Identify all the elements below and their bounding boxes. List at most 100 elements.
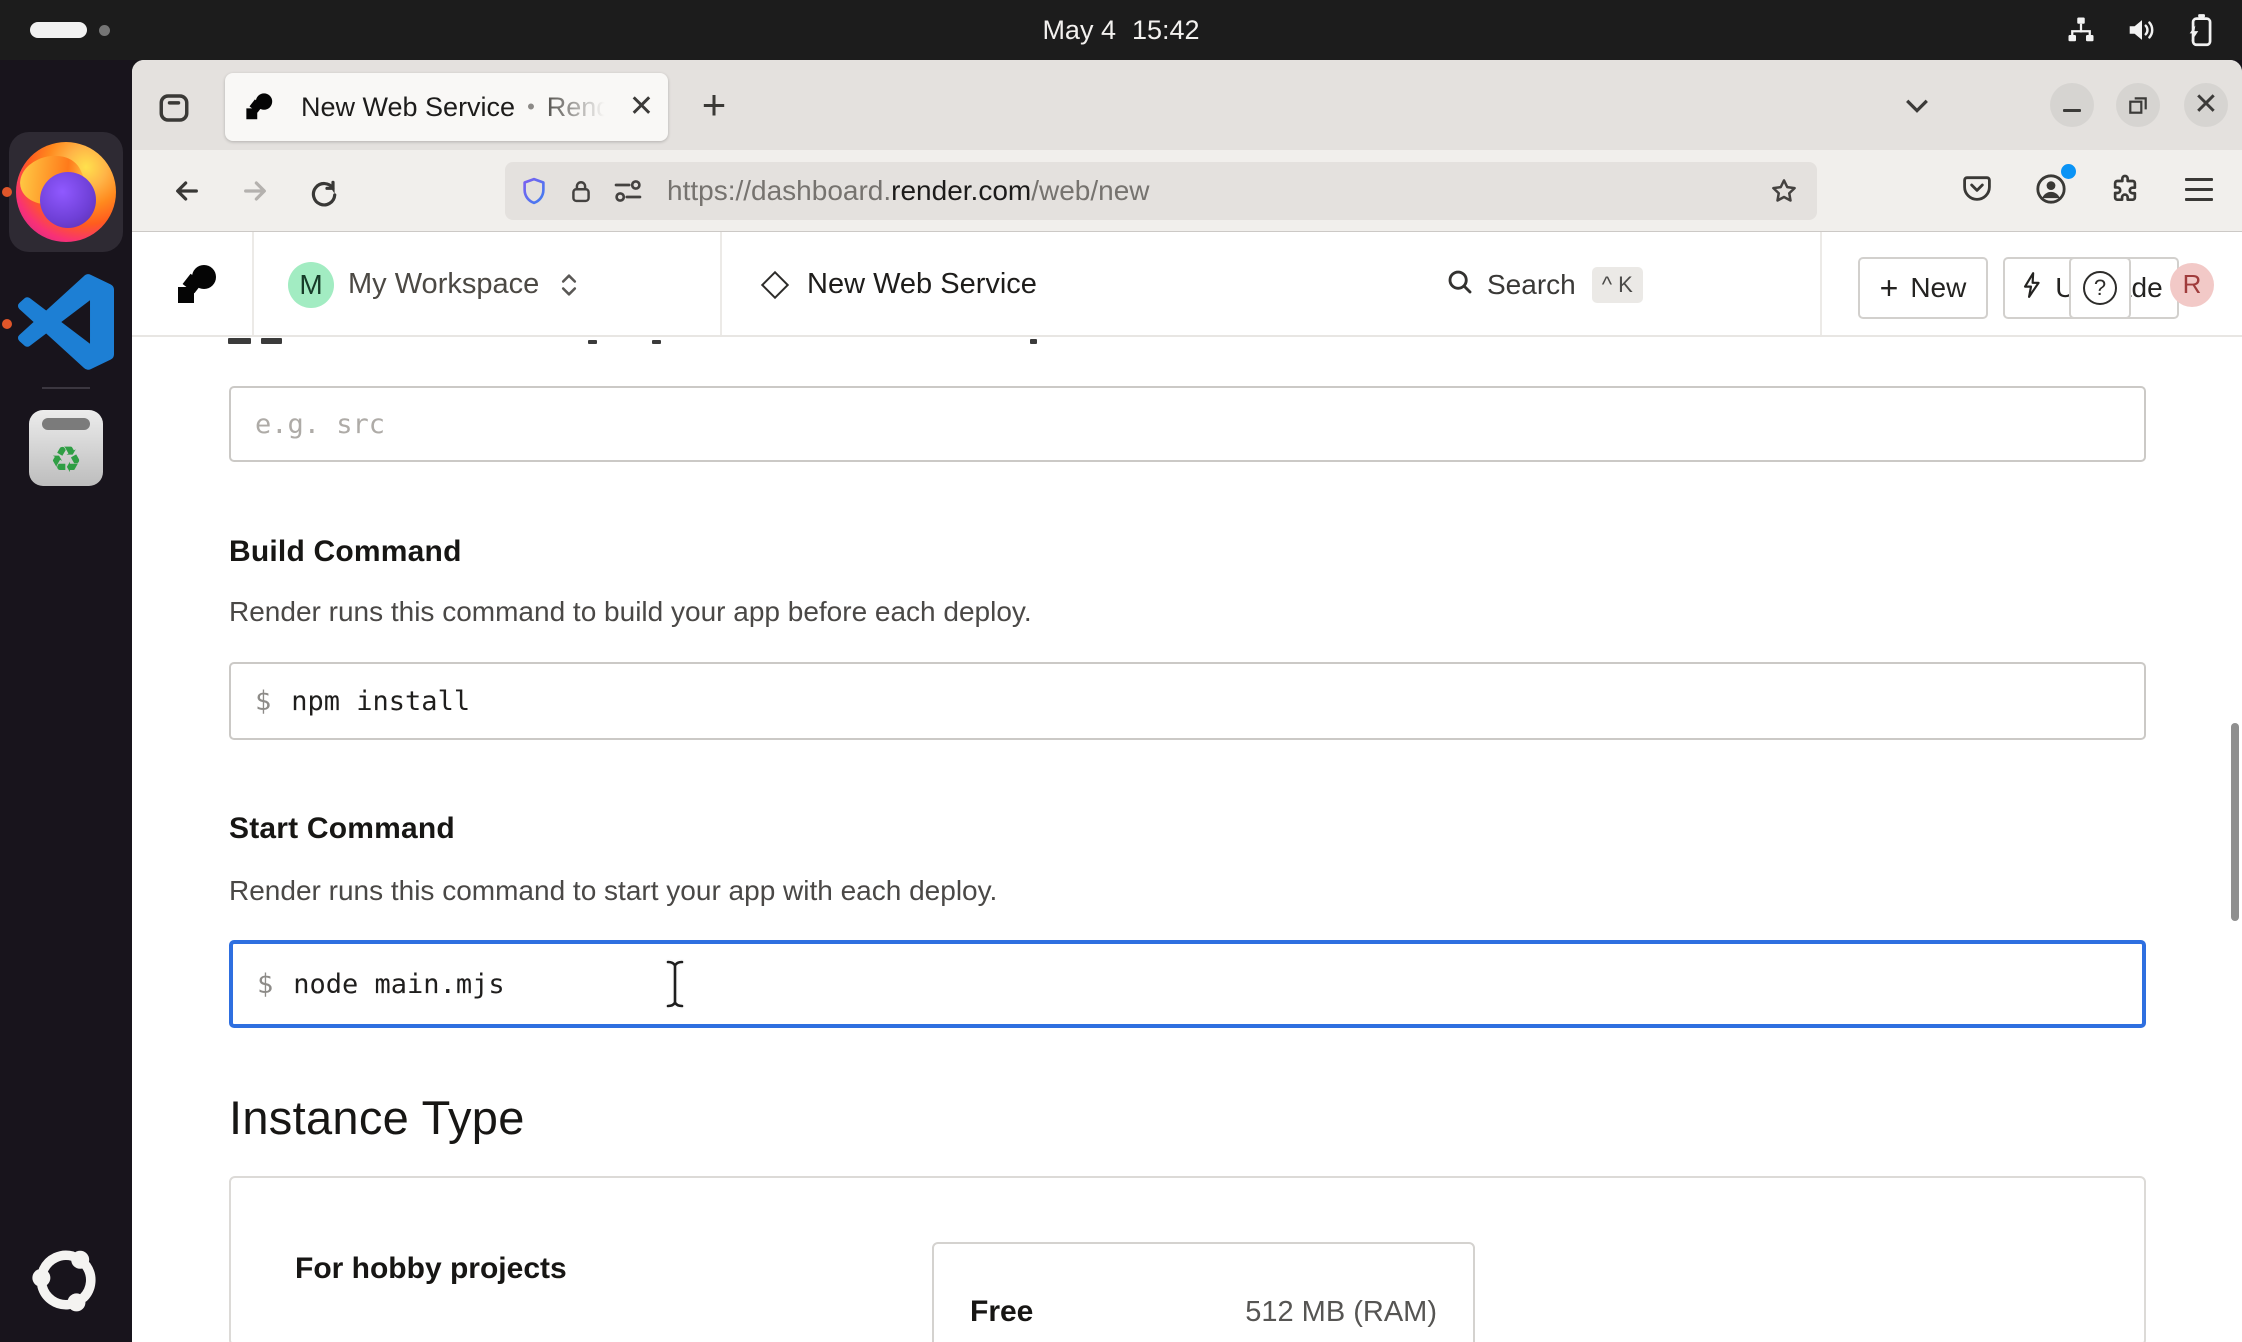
tab-title: New Web Service • Rend (301, 92, 625, 123)
tab-new-web-service[interactable]: New Web Service • Rend ✕ (225, 73, 668, 141)
build-command-label: Build Command (229, 535, 462, 569)
lock-icon[interactable] (567, 176, 595, 206)
firefox-icon (16, 142, 116, 242)
workspace-name: My Workspace (348, 268, 539, 301)
tab-title-overflow: Rend (547, 92, 612, 123)
dock: ♻ (0, 60, 132, 1342)
build-command-description: Render runs this command to build your a… (229, 596, 1032, 628)
plan-option-free[interactable]: Free 512 MB (RAM) (932, 1242, 1475, 1342)
chevron-updown-icon (559, 271, 579, 299)
battery-charging-icon[interactable] (2188, 13, 2214, 47)
vscode-running-dot (2, 319, 12, 329)
url-domain: render.com (891, 175, 1031, 206)
account-notification-dot (2061, 164, 2076, 179)
instance-type-title: Instance Type (229, 1090, 525, 1145)
workspace-selector[interactable]: M My Workspace (288, 232, 579, 337)
shell-prompt: $ (255, 686, 271, 717)
url-bar[interactable]: https://dashboard.render.com/web/new (505, 162, 1817, 220)
extensions-icon[interactable] (2102, 166, 2148, 212)
window-close-button[interactable]: ✕ (2184, 83, 2228, 127)
tracking-shield-icon[interactable] (519, 176, 549, 206)
url-scheme: https://dashboard. (667, 175, 891, 206)
desktop: May 4 15:42 (0, 0, 2242, 1342)
render-app-header: M My Workspace New Web Service Search (132, 232, 2242, 337)
diamond-icon (761, 270, 789, 298)
reload-button[interactable] (298, 166, 348, 216)
bookmark-star-icon[interactable] (1769, 176, 1799, 206)
text-cursor (662, 957, 688, 1016)
start-command-value: node main.mjs (293, 969, 504, 1000)
build-command-input[interactable]: $ npm install (229, 662, 2146, 740)
url-path: /web/new (1031, 175, 1149, 206)
plus-icon: + (1880, 270, 1899, 307)
breadcrumb: New Web Service (765, 232, 1037, 337)
volume-icon[interactable] (2126, 15, 2158, 45)
help-icon: ? (2083, 271, 2117, 305)
account-icon[interactable] (2028, 166, 2074, 212)
plan-ram: 512 MB (RAM) (1245, 1296, 1437, 1329)
recycle-glyph: ♻ (50, 442, 82, 478)
system-top-bar: May 4 15:42 (0, 0, 2242, 60)
permissions-icon[interactable] (613, 179, 643, 203)
root-directory-input[interactable]: e.g. src (229, 386, 2146, 462)
new-button[interactable]: + New (1858, 257, 1988, 319)
page-content: M My Workspace New Web Service Search (132, 232, 2242, 1342)
header-divider (252, 232, 254, 335)
pocket-icon[interactable] (1954, 166, 2000, 212)
clock-date: May 4 (1042, 15, 1116, 46)
vscode-icon (18, 274, 114, 375)
start-command-input[interactable]: $ node main.mjs (229, 940, 2146, 1028)
system-clock[interactable]: May 4 15:42 (0, 0, 2242, 60)
window-restore-button[interactable] (2116, 83, 2160, 127)
instance-type-card: For hobby projects Free 512 MB (RAM) (229, 1176, 2146, 1342)
browser-window: New Web Service • Rend ✕ + ✕ (132, 60, 2242, 1342)
dock-item-ubuntu-launcher[interactable] (0, 1232, 132, 1332)
instance-audience-label: For hobby projects (295, 1252, 567, 1286)
dock-item-trash[interactable]: ♻ (0, 408, 132, 488)
navigation-toolbar: https://dashboard.render.com/web/new (132, 150, 2242, 232)
dock-item-vscode[interactable] (0, 274, 132, 374)
new-button-label: New (1910, 272, 1966, 304)
window-close-icon: ✕ (2193, 90, 2218, 120)
tab-close-icon[interactable]: ✕ (629, 92, 654, 122)
trash-icon: ♻ (29, 410, 103, 486)
render-logo (176, 265, 216, 305)
url-text: https://dashboard.render.com/web/new (667, 175, 1769, 207)
dock-divider (42, 387, 90, 389)
render-logo-link[interactable] (176, 232, 216, 337)
search-shortcut-badge: ^ K (1592, 267, 1643, 303)
render-favicon (245, 93, 272, 120)
menu-icon[interactable] (2176, 166, 2222, 212)
tab-bar: New Web Service • Rend ✕ + ✕ (132, 60, 2242, 150)
form-scroll-area: e.g. src Build Command Render runs this … (132, 337, 2242, 1342)
tab-title-text: New Web Service (301, 92, 515, 123)
toolbar-buttons (1954, 166, 2222, 212)
window-minimize-button[interactable] (2050, 83, 2094, 127)
user-avatar: R (2170, 263, 2214, 307)
clock-time: 15:42 (1132, 15, 1200, 46)
system-tray (2066, 0, 2214, 60)
start-command-description: Render runs this command to start your a… (229, 875, 997, 907)
root-directory-placeholder: e.g. src (255, 409, 385, 440)
network-icon[interactable] (2066, 15, 2096, 45)
user-menu[interactable]: R (2170, 232, 2214, 337)
shell-prompt: $ (257, 969, 273, 1000)
plan-name: Free (970, 1295, 1033, 1329)
search-label: Search (1487, 269, 1576, 301)
start-command-label: Start Command (229, 812, 455, 846)
back-button[interactable] (162, 166, 212, 216)
help-button[interactable]: ? (2069, 257, 2131, 319)
new-tab-button[interactable]: + (690, 81, 738, 129)
lightning-icon (2019, 271, 2043, 306)
build-command-value: npm install (291, 686, 470, 717)
page-title: New Web Service (807, 268, 1037, 301)
dock-item-firefox[interactable] (0, 136, 132, 248)
search-button[interactable]: Search ^ K (1445, 232, 1643, 337)
workspace-avatar: M (288, 262, 334, 308)
firefox-view-button[interactable] (152, 86, 196, 130)
header-divider (720, 232, 722, 335)
page-scrollbar-thumb[interactable] (2231, 723, 2239, 921)
list-all-tabs-button[interactable] (1897, 85, 1937, 125)
forward-button[interactable] (230, 166, 280, 216)
search-icon (1445, 267, 1475, 302)
